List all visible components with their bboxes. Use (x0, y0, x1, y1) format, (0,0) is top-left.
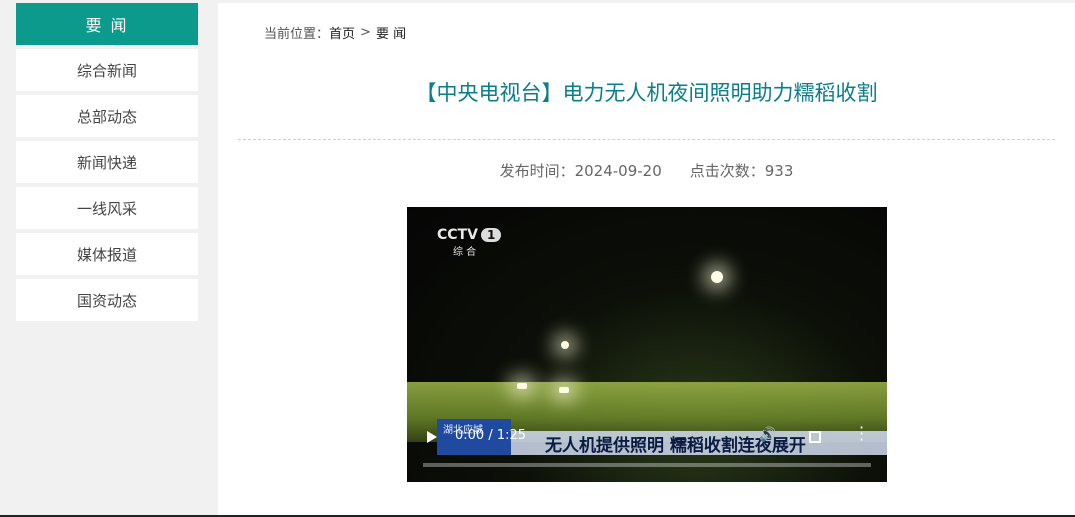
play-icon[interactable] (427, 431, 437, 443)
vehicle-light (559, 387, 569, 393)
breadcrumb-separator: > (360, 25, 371, 40)
sidebar: 要 闻 综合新闻 总部动态 新闻快递 一线风采 媒体报道 国资动态 (16, 3, 198, 321)
drone-light (561, 341, 569, 349)
breadcrumb-prefix: 当前位置： (264, 27, 330, 42)
vehicle-light (517, 383, 527, 389)
sidebar-header[interactable]: 要 闻 (16, 3, 198, 45)
article-title: 【中央电视台】电力无人机夜间照明助力糯稻收割 (415, 81, 878, 105)
video-controls: 0:00 / 1:25 🔊 · · · (407, 420, 887, 482)
fullscreen-icon[interactable] (809, 431, 821, 443)
sidebar-item-媒体报道[interactable]: 媒体报道 (16, 233, 198, 275)
volume-icon[interactable]: 🔊 (759, 427, 776, 443)
video-time: 0:00 / 1:25 (455, 428, 527, 443)
breadcrumb-home-link[interactable]: 首页 (329, 23, 355, 42)
drone-light (711, 271, 723, 283)
main-content: 当前位置： 首页 > 要 闻 【中央电视台】电力无人机夜间照明助力糯稻收割 发布… (218, 3, 1075, 515)
sidebar-item-一线风采[interactable]: 一线风采 (16, 187, 198, 229)
sidebar-item-总部动态[interactable]: 总部动态 (16, 95, 198, 137)
article-meta: 发布时间：2024-09-20 点击次数：933 (218, 160, 1075, 181)
more-icon[interactable]: · · · (859, 420, 864, 448)
view-count: 点击次数：933 (689, 162, 794, 180)
publish-date: 发布时间：2024-09-20 (499, 162, 662, 180)
sidebar-item-国资动态[interactable]: 国资动态 (16, 279, 198, 321)
video-player[interactable]: CCTV 1 综 合 湖北应城 无人机提供照明 糯稻收割连夜展开 0:00 / 1… (407, 207, 887, 482)
sidebar-item-综合新闻[interactable]: 综合新闻 (16, 49, 198, 91)
breadcrumb-current-link[interactable]: 要 闻 (376, 23, 406, 42)
channel-logo: CCTV 1 综 合 (437, 227, 502, 258)
divider (238, 139, 1055, 140)
sidebar-item-新闻快递[interactable]: 新闻快递 (16, 141, 198, 183)
video-progress-bar[interactable] (423, 463, 871, 467)
breadcrumb: 当前位置： 首页 > 要 闻 (264, 23, 406, 42)
